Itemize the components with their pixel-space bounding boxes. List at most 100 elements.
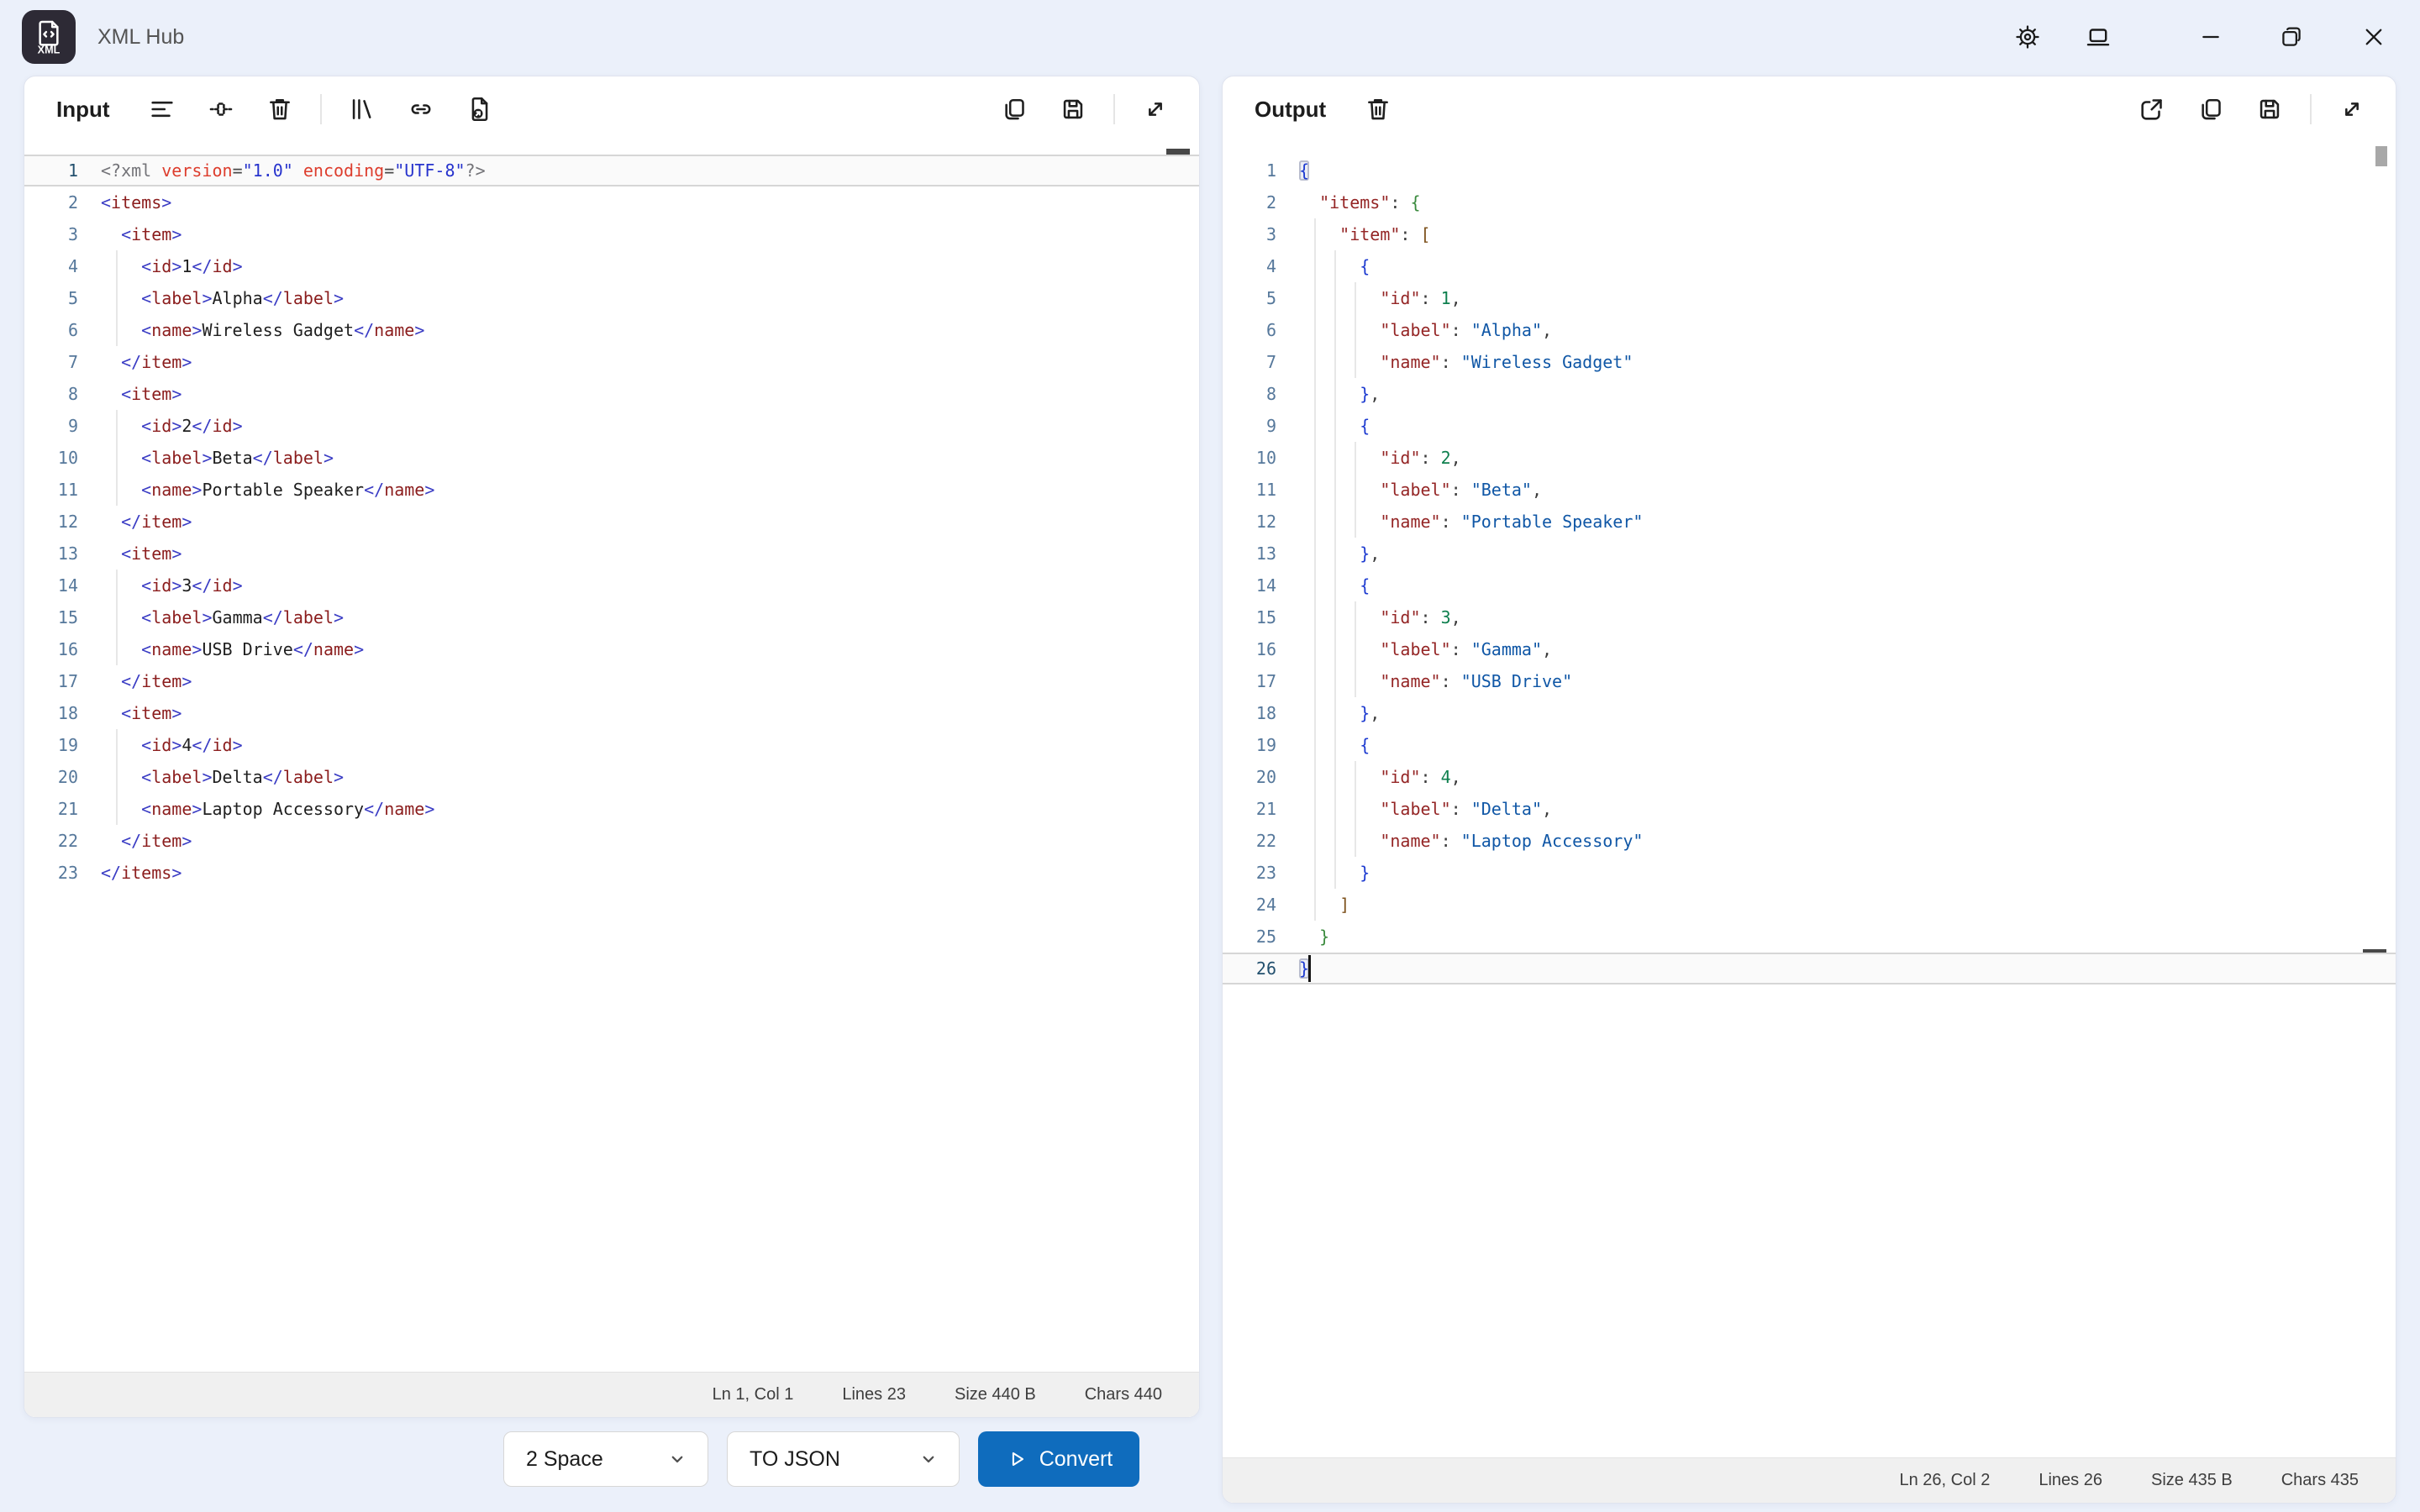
code-line: 1{	[1223, 155, 2396, 186]
line-number: 22	[24, 825, 78, 857]
code-line: 18 <item>	[24, 697, 1199, 729]
expand-icon	[1141, 95, 1170, 123]
input-toolbar: Input	[24, 76, 1199, 142]
save-input-button[interactable]	[1050, 86, 1097, 133]
settings-button[interactable]	[2003, 13, 2052, 61]
cursor-position: Ln 1, Col 1	[713, 1385, 794, 1404]
display-mode-button[interactable]	[2074, 13, 2123, 61]
conversion-mode-select[interactable]: TO JSON	[727, 1431, 960, 1487]
line-number: 13	[24, 538, 78, 570]
code-line: 8 <item>	[24, 378, 1199, 410]
overview-cursor-marker	[1166, 149, 1190, 155]
line-number: 11	[1223, 474, 1276, 506]
trash-icon	[1364, 95, 1392, 123]
share-link-button[interactable]	[397, 86, 445, 133]
code-line: 19 <id>4</id>	[24, 729, 1199, 761]
conversion-mode-value: TO JSON	[750, 1447, 840, 1472]
line-number: 23	[24, 857, 78, 889]
indent-select-value: 2 Space	[526, 1447, 603, 1472]
maximize-button[interactable]	[2267, 13, 2316, 61]
line-number: 21	[24, 793, 78, 825]
chevron-down-icon	[917, 1447, 940, 1471]
code-line: 25 }	[1223, 921, 2396, 953]
svg-text:XML: XML	[38, 45, 60, 56]
share-icon	[2138, 95, 2166, 123]
output-column: Output	[1222, 76, 2396, 1504]
line-number: 22	[1223, 825, 1276, 857]
expand-output-button[interactable]	[2328, 86, 2375, 133]
convert-button-label: Convert	[1039, 1447, 1113, 1472]
cursor-position: Ln 26, Col 2	[1900, 1471, 1991, 1490]
code-line: 5 "id": 1,	[1223, 282, 2396, 314]
chevron-down-icon	[666, 1447, 689, 1471]
clear-input-button[interactable]	[256, 86, 303, 133]
line-number: 5	[24, 282, 78, 314]
app-title: XML Hub	[97, 25, 184, 50]
code-line: 10 <label>Beta</label>	[24, 442, 1199, 474]
copy-output-button[interactable]	[2187, 86, 2234, 133]
line-count: Lines 26	[2039, 1471, 2102, 1490]
format-icon	[148, 95, 176, 123]
samples-library-button[interactable]	[339, 86, 386, 133]
code-line: 4 {	[1223, 250, 2396, 282]
line-number: 5	[1223, 282, 1276, 314]
output-code-editor[interactable]: 1{2 "items": {3 "item": [4 {5 "id": 1,6 …	[1223, 142, 2396, 1457]
output-toolbar: Output	[1223, 76, 2396, 142]
code-line: 11 "label": "Beta",	[1223, 474, 2396, 506]
output-toolbar-right	[2128, 86, 2375, 133]
minify-icon	[207, 95, 235, 123]
code-line: 14 <id>3</id>	[24, 570, 1199, 601]
expand-input-button[interactable]	[1132, 86, 1179, 133]
save-output-button[interactable]	[2246, 86, 2293, 133]
format-button[interactable]	[139, 86, 186, 133]
code-line: 5 <label>Alpha</label>	[24, 282, 1199, 314]
code-line: 9 <id>2</id>	[24, 410, 1199, 442]
line-number: 23	[1223, 857, 1276, 889]
input-code-editor[interactable]: 1<?xml version="1.0" encoding="UTF-8"?> 2…	[24, 142, 1199, 1372]
close-button[interactable]	[2349, 13, 2398, 61]
code-line: 2 "items": {	[1223, 186, 2396, 218]
conversion-controls: 2 Space TO JSON Convert	[24, 1431, 1200, 1487]
code-line: 22 "name": "Laptop Accessory"	[1223, 825, 2396, 857]
clear-output-button[interactable]	[1355, 86, 1402, 133]
code-line: 24 ]	[1223, 889, 2396, 921]
save-icon	[2255, 95, 2284, 123]
open-file-button[interactable]	[456, 86, 503, 133]
line-number: 17	[24, 665, 78, 697]
code-line: 19 {	[1223, 729, 2396, 761]
output-panel: Output	[1222, 76, 2396, 1504]
output-panel-title: Output	[1255, 97, 1326, 123]
line-number: 9	[1223, 410, 1276, 442]
minify-button[interactable]	[197, 86, 245, 133]
code-line: 12 "name": "Portable Speaker"	[1223, 506, 2396, 538]
close-icon	[2360, 24, 2387, 50]
laptop-icon	[2084, 23, 2112, 51]
code-line: 7 "name": "Wireless Gadget"	[1223, 346, 2396, 378]
code-line: 3 <item>	[24, 218, 1199, 250]
size-info: Size 435 B	[2151, 1471, 2233, 1490]
code-line: 7 </item>	[24, 346, 1199, 378]
code-line: 15 "id": 3,	[1223, 601, 2396, 633]
trash-icon	[266, 95, 294, 123]
char-count: Chars 435	[2281, 1471, 2359, 1490]
convert-button[interactable]: Convert	[978, 1431, 1139, 1487]
code-line: 17 </item>	[24, 665, 1199, 697]
line-number: 6	[1223, 314, 1276, 346]
share-output-button[interactable]	[2128, 86, 2175, 133]
line-number: 10	[24, 442, 78, 474]
file-export-icon	[466, 95, 494, 123]
line-number: 3	[1223, 218, 1276, 250]
line-number: 8	[24, 378, 78, 410]
minimize-button[interactable]	[2186, 13, 2235, 61]
indent-select[interactable]: 2 Space	[503, 1431, 708, 1487]
code-line: 1<?xml version="1.0" encoding="UTF-8"?>	[24, 155, 1199, 186]
code-line: 22 </item>	[24, 825, 1199, 857]
line-number: 19	[24, 729, 78, 761]
output-status-bar: Ln 26, Col 2 Lines 26 Size 435 B Chars 4…	[1223, 1457, 2396, 1503]
line-number: 1	[1223, 155, 1276, 186]
copy-input-button[interactable]	[991, 86, 1038, 133]
code-line: 17 "name": "USB Drive"	[1223, 665, 2396, 697]
line-number: 16	[24, 633, 78, 665]
code-line: 21 "label": "Delta",	[1223, 793, 2396, 825]
code-line: 6 <name>Wireless Gadget</name>	[24, 314, 1199, 346]
